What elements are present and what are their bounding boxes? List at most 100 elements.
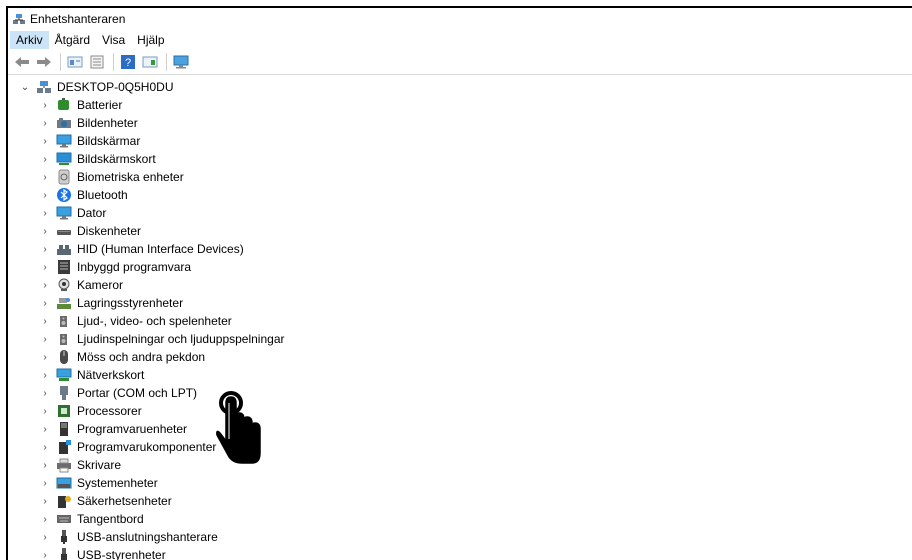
menu-hjalp[interactable]: Hjälp — [131, 31, 170, 49]
mouse-icon — [56, 349, 72, 365]
battery-icon — [56, 97, 72, 113]
chevron-right-icon[interactable]: › — [40, 316, 50, 327]
help-button[interactable]: ? — [118, 53, 138, 71]
chevron-right-icon[interactable]: › — [40, 262, 50, 273]
tree-item[interactable]: ›Programvaruenheter — [8, 420, 912, 438]
chevron-right-icon[interactable]: › — [40, 550, 50, 560]
bluetooth-icon — [56, 187, 72, 203]
storage-controller-icon — [56, 295, 72, 311]
tree-item-label: Inbyggd programvara — [77, 259, 191, 275]
tree-item-label: Tangentbord — [77, 511, 144, 527]
tree-item[interactable]: ›Möss och andra pekdon — [8, 348, 912, 366]
tree-item[interactable]: ›Dator — [8, 204, 912, 222]
tree-item[interactable]: ›Nätverkskort — [8, 366, 912, 384]
tree-item-label: Bildenheter — [77, 115, 138, 131]
tree-item[interactable]: ›Diskenheter — [8, 222, 912, 240]
tree-item[interactable]: › Kameror — [8, 276, 912, 294]
tree-item[interactable]: ›Processorer — [8, 402, 912, 420]
menu-atgard[interactable]: Åtgärd — [49, 31, 96, 49]
toolbar-separator — [113, 53, 114, 71]
menu-arkiv[interactable]: Arkiv — [10, 31, 49, 49]
software-component-icon — [56, 439, 72, 455]
chevron-right-icon[interactable]: › — [40, 496, 50, 507]
tree-item[interactable]: ›Skrivare — [8, 456, 912, 474]
back-button[interactable] — [12, 53, 32, 71]
chevron-right-icon[interactable]: › — [40, 244, 50, 255]
chevron-right-icon[interactable]: › — [40, 136, 50, 147]
tree-item[interactable]: ›HID (Human Interface Devices) — [8, 240, 912, 258]
tree-item-label: Ljud-, video- och spelenheter — [77, 313, 232, 329]
computer-icon — [56, 205, 72, 221]
tree-item[interactable]: › Inbyggd programvara — [8, 258, 912, 276]
chevron-right-icon[interactable]: › — [40, 460, 50, 471]
chevron-right-icon[interactable]: › — [40, 100, 50, 111]
chevron-down-icon[interactable]: ⌄ — [20, 82, 30, 93]
keyboard-icon — [56, 511, 72, 527]
tree-item[interactable]: › Ljud-, video- och spelenheter — [8, 312, 912, 330]
system-device-icon — [56, 475, 72, 491]
chevron-right-icon[interactable]: › — [40, 442, 50, 453]
tree-item-label: Programvarukomponenter — [77, 439, 216, 455]
chevron-right-icon[interactable]: › — [40, 118, 50, 129]
chevron-right-icon[interactable]: › — [40, 370, 50, 381]
monitor-icon — [56, 133, 72, 149]
tree-item[interactable]: ›Biometriska enheter — [8, 168, 912, 186]
tree-item[interactable]: ›Bluetooth — [8, 186, 912, 204]
scan-button[interactable] — [87, 53, 107, 71]
tree-item[interactable]: ›Lagringsstyrenheter — [8, 294, 912, 312]
monitor-button[interactable] — [171, 53, 191, 71]
tree-item-label: Ljudinspelningar och ljuduppspelningar — [77, 331, 285, 347]
chevron-right-icon[interactable]: › — [40, 172, 50, 183]
webcam-icon — [56, 277, 72, 293]
printer-icon — [56, 457, 72, 473]
security-device-icon — [56, 493, 72, 509]
chevron-right-icon[interactable]: › — [40, 208, 50, 219]
chevron-right-icon[interactable]: › — [40, 478, 50, 489]
tree-item-label: Kameror — [77, 277, 123, 293]
tree-item-label: USB-styrenheter — [77, 547, 166, 560]
chevron-right-icon[interactable]: › — [40, 280, 50, 291]
toolbar: ? — [8, 50, 912, 75]
disk-icon — [56, 223, 72, 239]
tree-item[interactable]: › Systemenheter — [8, 474, 912, 492]
view-icon — [142, 55, 158, 69]
tree-item[interactable]: › Tangentbord — [8, 510, 912, 528]
title-bar: Enhetshanteraren — [8, 8, 912, 30]
monitor-icon — [172, 55, 190, 69]
chevron-right-icon[interactable]: › — [40, 532, 50, 543]
speaker-icon — [56, 331, 72, 347]
chevron-right-icon[interactable]: › — [40, 406, 50, 417]
tree-item[interactable]: › Programvarukomponenter — [8, 438, 912, 456]
tree-item[interactable]: ›Bildskärmar — [8, 132, 912, 150]
device-manager-window: Enhetshanteraren Arkiv Åtgärd Visa Hjälp… — [6, 6, 912, 560]
tree-item[interactable]: › Bildenheter — [8, 114, 912, 132]
tree-item-label: Systemenheter — [77, 475, 158, 491]
chevron-right-icon[interactable]: › — [40, 334, 50, 345]
tree-item[interactable]: ›USB-anslutningshanterare — [8, 528, 912, 546]
tree-item[interactable]: › Bildskärmskort — [8, 150, 912, 168]
chevron-right-icon[interactable]: › — [40, 424, 50, 435]
firmware-icon — [56, 259, 72, 275]
chevron-right-icon[interactable]: › — [40, 190, 50, 201]
chevron-right-icon[interactable]: › — [40, 352, 50, 363]
tree-item[interactable]: ›Säkerhetsenheter — [8, 492, 912, 510]
forward-button[interactable] — [34, 53, 54, 71]
tree-item-label: Bildskärmskort — [77, 151, 156, 167]
tree-item[interactable]: ›Batterier — [8, 96, 912, 114]
chevron-right-icon[interactable]: › — [40, 388, 50, 399]
chevron-right-icon[interactable]: › — [40, 154, 50, 165]
properties-button[interactable] — [65, 53, 85, 71]
tree-root[interactable]: ⌄ DESKTOP-0Q5H0DU — [8, 78, 912, 96]
window-title: Enhetshanteraren — [30, 12, 125, 26]
view-button[interactable] — [140, 53, 160, 71]
tree-item[interactable]: › Ljudinspelningar och ljuduppspelningar — [8, 330, 912, 348]
software-device-icon — [56, 421, 72, 437]
device-manager-icon — [12, 12, 26, 26]
tree-item[interactable]: ›Portar (COM och LPT) — [8, 384, 912, 402]
scan-icon — [89, 55, 105, 69]
menu-visa[interactable]: Visa — [96, 31, 131, 49]
chevron-right-icon[interactable]: › — [40, 226, 50, 237]
chevron-right-icon[interactable]: › — [40, 298, 50, 309]
chevron-right-icon[interactable]: › — [40, 514, 50, 525]
svg-text:?: ? — [125, 57, 131, 69]
